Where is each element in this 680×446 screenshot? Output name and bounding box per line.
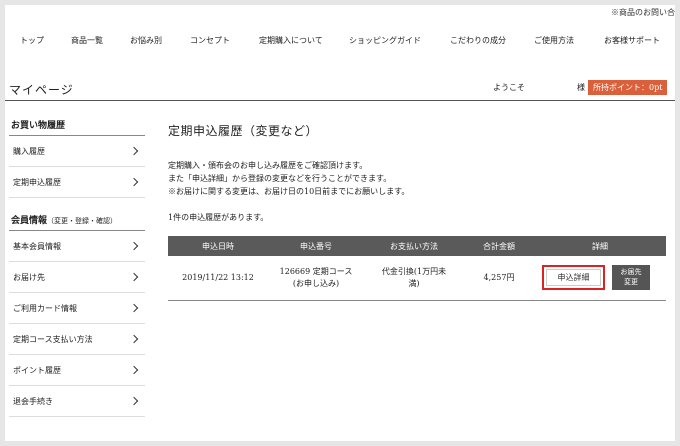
sidebar-item-label: 基本会員情報 — [13, 242, 61, 251]
cell-payment: 代金引換(1万円未 満) — [364, 256, 464, 301]
sidebar-heading-member: 会員情報（変更・登録・確認） — [9, 210, 145, 231]
header-number: 申込番号 — [268, 236, 364, 256]
change-address-line2: 変更 — [624, 278, 638, 286]
sidebar-item-subscription-history[interactable]: 定期申込履歴 — [9, 167, 145, 198]
header-payment: お支払い方法 — [364, 236, 464, 256]
global-nav: トップ 商品一覧 お悩み別 コンセプト 定期購入について ショッピングガイド こ… — [5, 35, 675, 49]
sidebar-heading-member-note: （変更・登録・確認） — [47, 217, 118, 225]
sidebar-item-delivery-address[interactable]: お届け先 — [9, 262, 145, 293]
sidebar-item-label: お届け先 — [13, 273, 45, 282]
sidebar-item-basic-info[interactable]: 基本会員情報 — [9, 231, 145, 262]
honorific-text: 様 — [577, 83, 585, 92]
change-address-line1: お届先 — [620, 268, 642, 276]
header-date: 申込日時 — [168, 236, 268, 256]
contact-notice: ※商品のお問い合 — [611, 8, 675, 17]
header-total: 合計金額 — [464, 236, 534, 256]
sidebar-item-withdrawal[interactable]: 退会手続き — [9, 386, 145, 417]
sidebar-item-label: ご利用カード情報 — [13, 304, 77, 313]
chevron-right-icon — [129, 365, 139, 375]
nav-support[interactable]: お客様サポート — [604, 35, 660, 46]
page-frame: ※商品のお問い合 トップ 商品一覧 お悩み別 コンセプト 定期購入について ショ… — [5, 5, 675, 441]
table-header-row: 申込日時 申込番号 お支払い方法 合計金額 詳細 — [168, 236, 666, 256]
sidebar-item-subscription-payment[interactable]: 定期コース支払い方法 — [9, 324, 145, 355]
table-row: 2019/11/22 13:12 126669 定期コース (お申し込み) 代金… — [168, 256, 666, 301]
sidebar-item-label: 購入履歴 — [13, 147, 45, 156]
chevron-right-icon — [129, 334, 139, 344]
page-title: 定期申込履歴（変更など） — [168, 124, 319, 138]
chevron-right-icon — [129, 396, 139, 406]
change-delivery-address-button[interactable]: お届先 変更 — [612, 265, 650, 290]
mypage-bar: マイページ ようこそ 様 所持ポイント：0pt — [5, 77, 675, 101]
chevron-right-icon — [129, 177, 139, 187]
sidebar-item-point-history[interactable]: ポイント履歴 — [9, 355, 145, 386]
chevron-right-icon — [129, 241, 139, 251]
cell-date: 2019/11/22 13:12 — [168, 256, 268, 301]
cell-payment-line2: 満) — [408, 278, 420, 288]
nav-products[interactable]: 商品一覧 — [71, 35, 103, 46]
nav-concept[interactable]: コンセプト — [190, 35, 230, 46]
cell-number-line1: 126669 定期コース — [279, 266, 353, 276]
nav-concerns[interactable]: お悩み別 — [130, 35, 162, 46]
welcome-text: ようこそ — [493, 83, 525, 92]
cell-payment-line1: 代金引換(1万円未 — [381, 266, 447, 276]
header-detail: 詳細 — [534, 236, 666, 256]
nav-top[interactable]: トップ — [20, 35, 44, 46]
sidebar-item-label: 定期申込履歴 — [13, 178, 61, 187]
description-line: 定期購入・頒布会のお申し込み履歴をご確認頂けます。 — [168, 161, 368, 170]
sidebar: お買い物履歴 購入履歴 定期申込履歴 会員情報（変更・登録・確認） 基本会員情報… — [9, 115, 145, 417]
sidebar-heading-shopping: お買い物履歴 — [9, 115, 145, 136]
sidebar-item-label: 退会手続き — [13, 397, 53, 406]
sidebar-item-purchase-history[interactable]: 購入履歴 — [9, 136, 145, 167]
cell-detail: 申込詳細 お届先 変更 — [534, 256, 666, 301]
points-badge: 所持ポイント：0pt — [588, 80, 668, 95]
chevron-right-icon — [129, 146, 139, 156]
subscription-history-table: 申込日時 申込番号 お支払い方法 合計金額 詳細 2019/11/22 13:1… — [168, 236, 666, 301]
sidebar-item-label: ポイント履歴 — [13, 366, 61, 375]
description-line: ※お届けに関する変更は、お届け日の10日前までにお願いします。 — [168, 187, 410, 196]
nav-subscription[interactable]: 定期購入について — [259, 35, 323, 46]
main-content: 定期申込履歴（変更など） 定期購入・頒布会のお申し込み履歴をご確認頂けます。 ま… — [168, 115, 666, 301]
sidebar-item-label: 定期コース支払い方法 — [13, 335, 93, 344]
cell-number: 126669 定期コース (お申し込み) — [268, 256, 364, 301]
cell-number-line2: (お申し込み) — [292, 278, 340, 288]
sidebar-heading-member-label: 会員情報 — [11, 216, 48, 226]
subscription-detail-label: 申込詳細 — [557, 273, 590, 282]
history-count: 1件の申込履歴があります。 — [168, 213, 269, 222]
sidebar-item-card-info[interactable]: ご利用カード情報 — [9, 293, 145, 324]
description-line: また「申込詳細」から登録の変更などを行うことができます。 — [168, 174, 392, 183]
chevron-right-icon — [129, 272, 139, 282]
page-description: 定期購入・頒布会のお申し込み履歴をご確認頂けます。 また「申込詳細」から登録の変… — [168, 159, 666, 198]
nav-usage[interactable]: ご使用方法 — [534, 35, 574, 46]
chevron-right-icon — [129, 303, 139, 313]
nav-ingredients[interactable]: こだわりの成分 — [450, 35, 506, 46]
subscription-detail-button[interactable]: 申込詳細 — [542, 265, 605, 290]
mypage-title: マイページ — [9, 83, 74, 97]
nav-shopping-guide[interactable]: ショッピングガイド — [349, 35, 421, 46]
cell-total: 4,257円 — [464, 256, 534, 301]
